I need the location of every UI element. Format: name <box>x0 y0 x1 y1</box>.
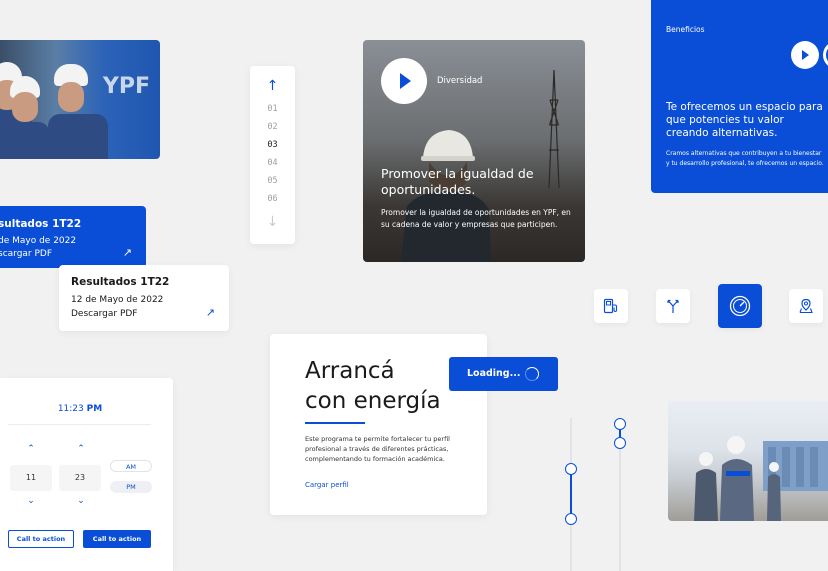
download-pdf-link[interactable]: Descargar PDF <box>71 309 138 319</box>
time-value: 11:23 <box>57 404 84 414</box>
worker-face <box>58 82 84 112</box>
hour-down-chevron-icon[interactable]: ⌄ <box>21 496 41 506</box>
slider-handle-lower[interactable] <box>614 437 626 449</box>
minute-up-chevron-icon[interactable]: ⌃ <box>71 444 91 454</box>
arrow-up-right-icon[interactable]: ↗ <box>206 306 215 319</box>
divider <box>8 424 151 425</box>
time-picker: 11:23 PM ⌃ ⌃ 11 23 AM PM ⌄ ⌄ Call to act… <box>0 378 173 571</box>
ypf-container-logo: YPF <box>102 74 150 99</box>
workers-walking-illustration <box>694 436 828 521</box>
play-button-secondary[interactable] <box>823 41 828 69</box>
vertical-pager: ↑ 01 02 03 04 05 06 ↓ <box>250 66 295 244</box>
page-number-active[interactable]: 03 <box>250 140 295 150</box>
slider-handle-lower[interactable] <box>565 513 577 525</box>
results-card-highlighted[interactable]: sultados 1T22 de Mayo de 2022 scargar PD… <box>0 206 146 268</box>
results-card[interactable]: Resultados 1T22 12 de Mayo de 2022 Desca… <box>59 265 229 331</box>
icon-tile-route[interactable] <box>656 289 690 323</box>
hour-field[interactable]: 11 <box>10 465 52 491</box>
minute-down-chevron-icon[interactable]: ⌄ <box>71 496 91 506</box>
download-pdf-link[interactable]: scargar PDF <box>0 249 52 259</box>
time-display: 11:23 PM <box>0 404 160 414</box>
slider-range-fill <box>570 469 572 519</box>
map-pin-icon <box>799 298 813 314</box>
pm-toggle[interactable]: PM <box>110 481 152 493</box>
page-number[interactable]: 01 <box>250 104 295 114</box>
am-toggle[interactable]: AM <box>110 460 152 472</box>
loading-button[interactable]: Loading... <box>449 357 558 391</box>
upload-profile-link[interactable]: Cargar perfil <box>305 481 349 489</box>
slider-handle-upper[interactable] <box>565 463 577 475</box>
results-title: Resultados 1T22 <box>71 276 170 288</box>
diversity-video-card[interactable]: Diversidad Promover la igualdad de oport… <box>363 40 585 262</box>
worker-vest <box>0 122 50 159</box>
benefits-label: Beneficios <box>666 25 705 34</box>
fuel-pump-icon <box>603 298 618 314</box>
secondary-cta-button[interactable]: Call to action <box>8 530 74 548</box>
program-title-line1: Arrancá <box>305 358 395 384</box>
speedometer-icon <box>729 295 751 317</box>
benefits-description: Cramos alternativas que contribuyen a tu… <box>666 150 824 167</box>
arrow-up-icon[interactable]: ↑ <box>250 78 295 94</box>
loading-label: Loading... <box>467 368 521 379</box>
program-title: Arrancá con energía <box>305 356 441 416</box>
results-date: de Mayo de 2022 <box>0 236 77 246</box>
video-description: Promover la igualdad de oportunidades en… <box>381 208 571 229</box>
page-number[interactable]: 02 <box>250 122 295 132</box>
benefits-card: Beneficios Te ofrecemos un espacio para … <box>651 0 828 193</box>
icon-tile-fuel[interactable] <box>594 289 628 323</box>
minute-field[interactable]: 23 <box>59 465 101 491</box>
time-meridiem: PM <box>86 404 103 414</box>
icon-tile-speed-selected[interactable] <box>718 284 762 328</box>
video-heading: Promover la igualdad de oportunidades. <box>381 166 534 197</box>
worker-face <box>12 92 38 122</box>
icon-tile-location[interactable] <box>789 289 823 323</box>
results-title: sultados 1T22 <box>0 218 82 230</box>
hour-up-chevron-icon[interactable]: ⌃ <box>21 444 41 454</box>
road-fork-icon <box>667 299 679 313</box>
benefits-heading: Te ofrecemos un espacio para que potenci… <box>666 101 823 139</box>
arrow-up-right-icon[interactable]: ↗ <box>123 246 132 259</box>
slider-handle-upper[interactable] <box>614 418 626 430</box>
program-description: Este programa te permite fortalecer tu p… <box>305 435 450 463</box>
page-number[interactable]: 06 <box>250 194 295 204</box>
page-number[interactable]: 04 <box>250 158 295 168</box>
program-title-line2: con energía <box>305 388 441 414</box>
play-button[interactable] <box>791 41 819 69</box>
title-underline <box>305 422 365 424</box>
spinner-icon <box>525 367 539 381</box>
workers-photo: YPF <box>0 40 160 159</box>
play-button[interactable] <box>381 58 427 104</box>
results-date: 12 de Mayo de 2022 <box>71 295 164 305</box>
arrow-down-icon[interactable]: ↓ <box>250 214 295 230</box>
page-number[interactable]: 05 <box>250 176 295 186</box>
primary-cta-button[interactable]: Call to action <box>83 530 151 548</box>
video-category-tag: Diversidad <box>437 76 483 86</box>
workers-walking-photo <box>668 401 828 521</box>
worker-vest <box>48 114 108 159</box>
